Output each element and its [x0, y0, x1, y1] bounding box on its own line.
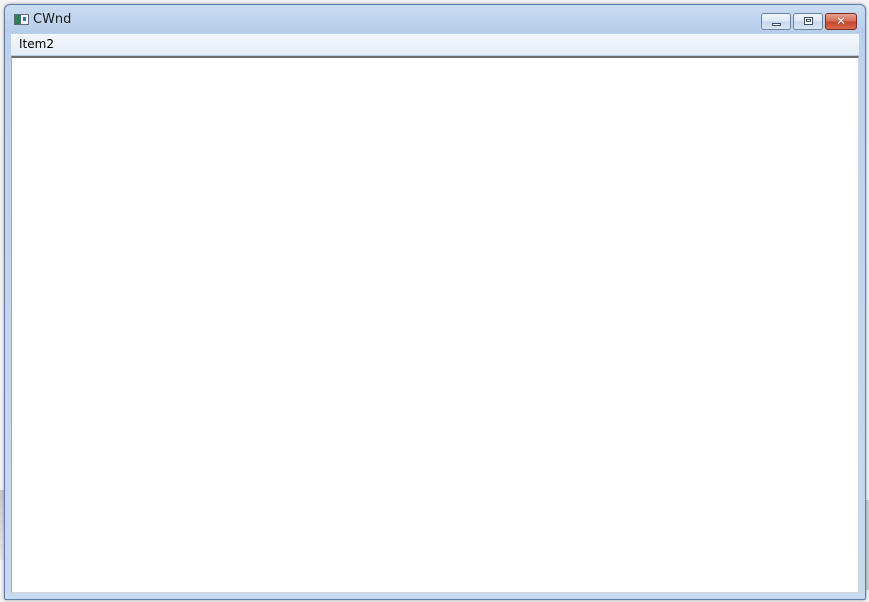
desktop-background: CWnd ✕ Item2 [0, 0, 869, 602]
maximize-icon [804, 17, 813, 25]
menu-bar: Item2 [11, 34, 859, 56]
window-title: CWnd [33, 12, 72, 27]
minimize-button[interactable] [761, 13, 791, 30]
close-icon: ✕ [835, 14, 847, 28]
main-window: CWnd ✕ Item2 [4, 4, 866, 600]
title-bar[interactable]: CWnd ✕ [5, 5, 865, 33]
app-window-icon[interactable] [14, 14, 29, 25]
client-area[interactable] [11, 56, 859, 593]
close-button[interactable]: ✕ [825, 13, 857, 30]
menu-item-item2[interactable]: Item2 [13, 35, 60, 54]
minimize-icon [772, 23, 781, 26]
maximize-button[interactable] [793, 13, 823, 30]
